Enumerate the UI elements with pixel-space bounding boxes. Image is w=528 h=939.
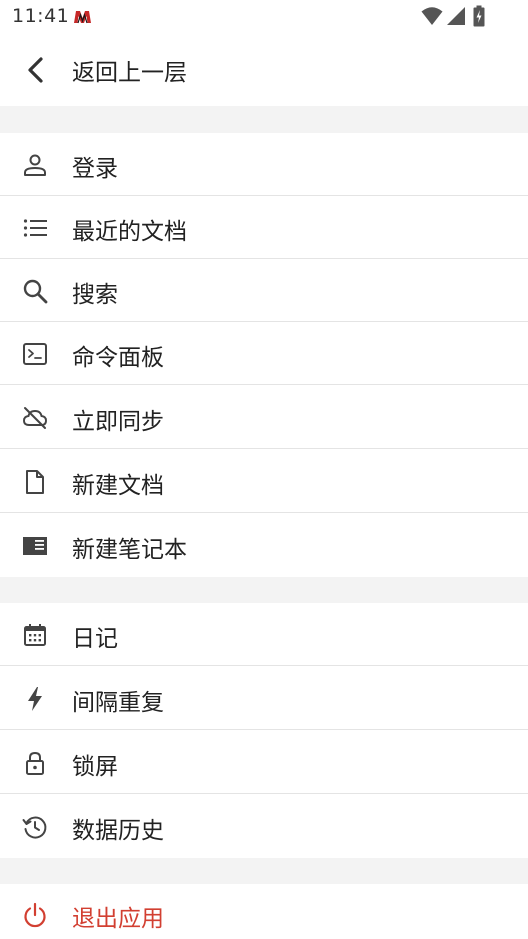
wifi-icon [421,7,443,25]
search-icon [23,279,48,304]
menu-label-recent-docs: 最近的文档 [72,219,187,245]
app-logo-icon [74,11,91,24]
calendar-icon [24,624,46,646]
signal-icon [447,7,465,25]
section-divider [0,858,528,884]
menu-item-new-doc[interactable]: 新建文档 [0,450,528,513]
section-divider [0,106,528,133]
menu-label-sync-now: 立即同步 [72,409,164,435]
battery-icon [473,5,485,27]
menu-label-spaced-repetition: 间隔重复 [72,690,164,716]
notebook-icon [23,537,47,555]
menu-item-sync-now[interactable]: 立即同步 [0,386,528,449]
menu-item-new-notebook[interactable]: 新建笔记本 [0,514,528,577]
menu-item-command-panel[interactable]: 命令面板 [0,322,528,385]
menu-item-recent-docs[interactable]: 最近的文档 [0,196,528,259]
bolt-icon [28,687,42,711]
menu-label-new-doc: 新建文档 [72,473,164,499]
menu-item-exit-app[interactable]: 退出应用 [0,884,528,939]
menu-label-new-notebook: 新建笔记本 [72,537,187,563]
menu-item-search[interactable]: 搜索 [0,259,528,322]
menu-label-search: 搜索 [72,282,118,308]
header: 返回上一层 [0,34,528,106]
menu-label-exit-app: 退出应用 [72,906,164,932]
menu-item-data-history[interactable]: 数据历史 [0,795,528,858]
power-icon [24,902,46,928]
lock-icon [26,751,44,775]
user-icon [24,154,46,176]
menu-label-data-history: 数据历史 [72,818,164,844]
menu-label-lock-screen: 锁屏 [72,754,118,780]
file-icon [26,470,44,494]
menu-label-command-panel: 命令面板 [72,345,164,371]
menu-item-lock-screen[interactable]: 锁屏 [0,731,528,794]
back-button-label[interactable]: 返回上一层 [72,53,187,87]
menu-item-diary[interactable]: 日记 [0,603,528,666]
menu-label-diary: 日记 [72,626,118,652]
menu-item-spaced-repetition[interactable]: 间隔重复 [0,667,528,730]
history-icon [22,816,47,839]
chevron-left-icon[interactable] [22,55,50,85]
terminal-icon [23,343,47,365]
cloud-off-icon [23,407,47,429]
menu-label-login: 登录 [72,156,118,182]
menu-item-login[interactable]: 登录 [0,133,528,196]
status-bar: 11:41 [0,0,528,34]
status-time: 11:41 [12,5,70,27]
list-icon [23,219,47,237]
section-divider [0,577,528,603]
